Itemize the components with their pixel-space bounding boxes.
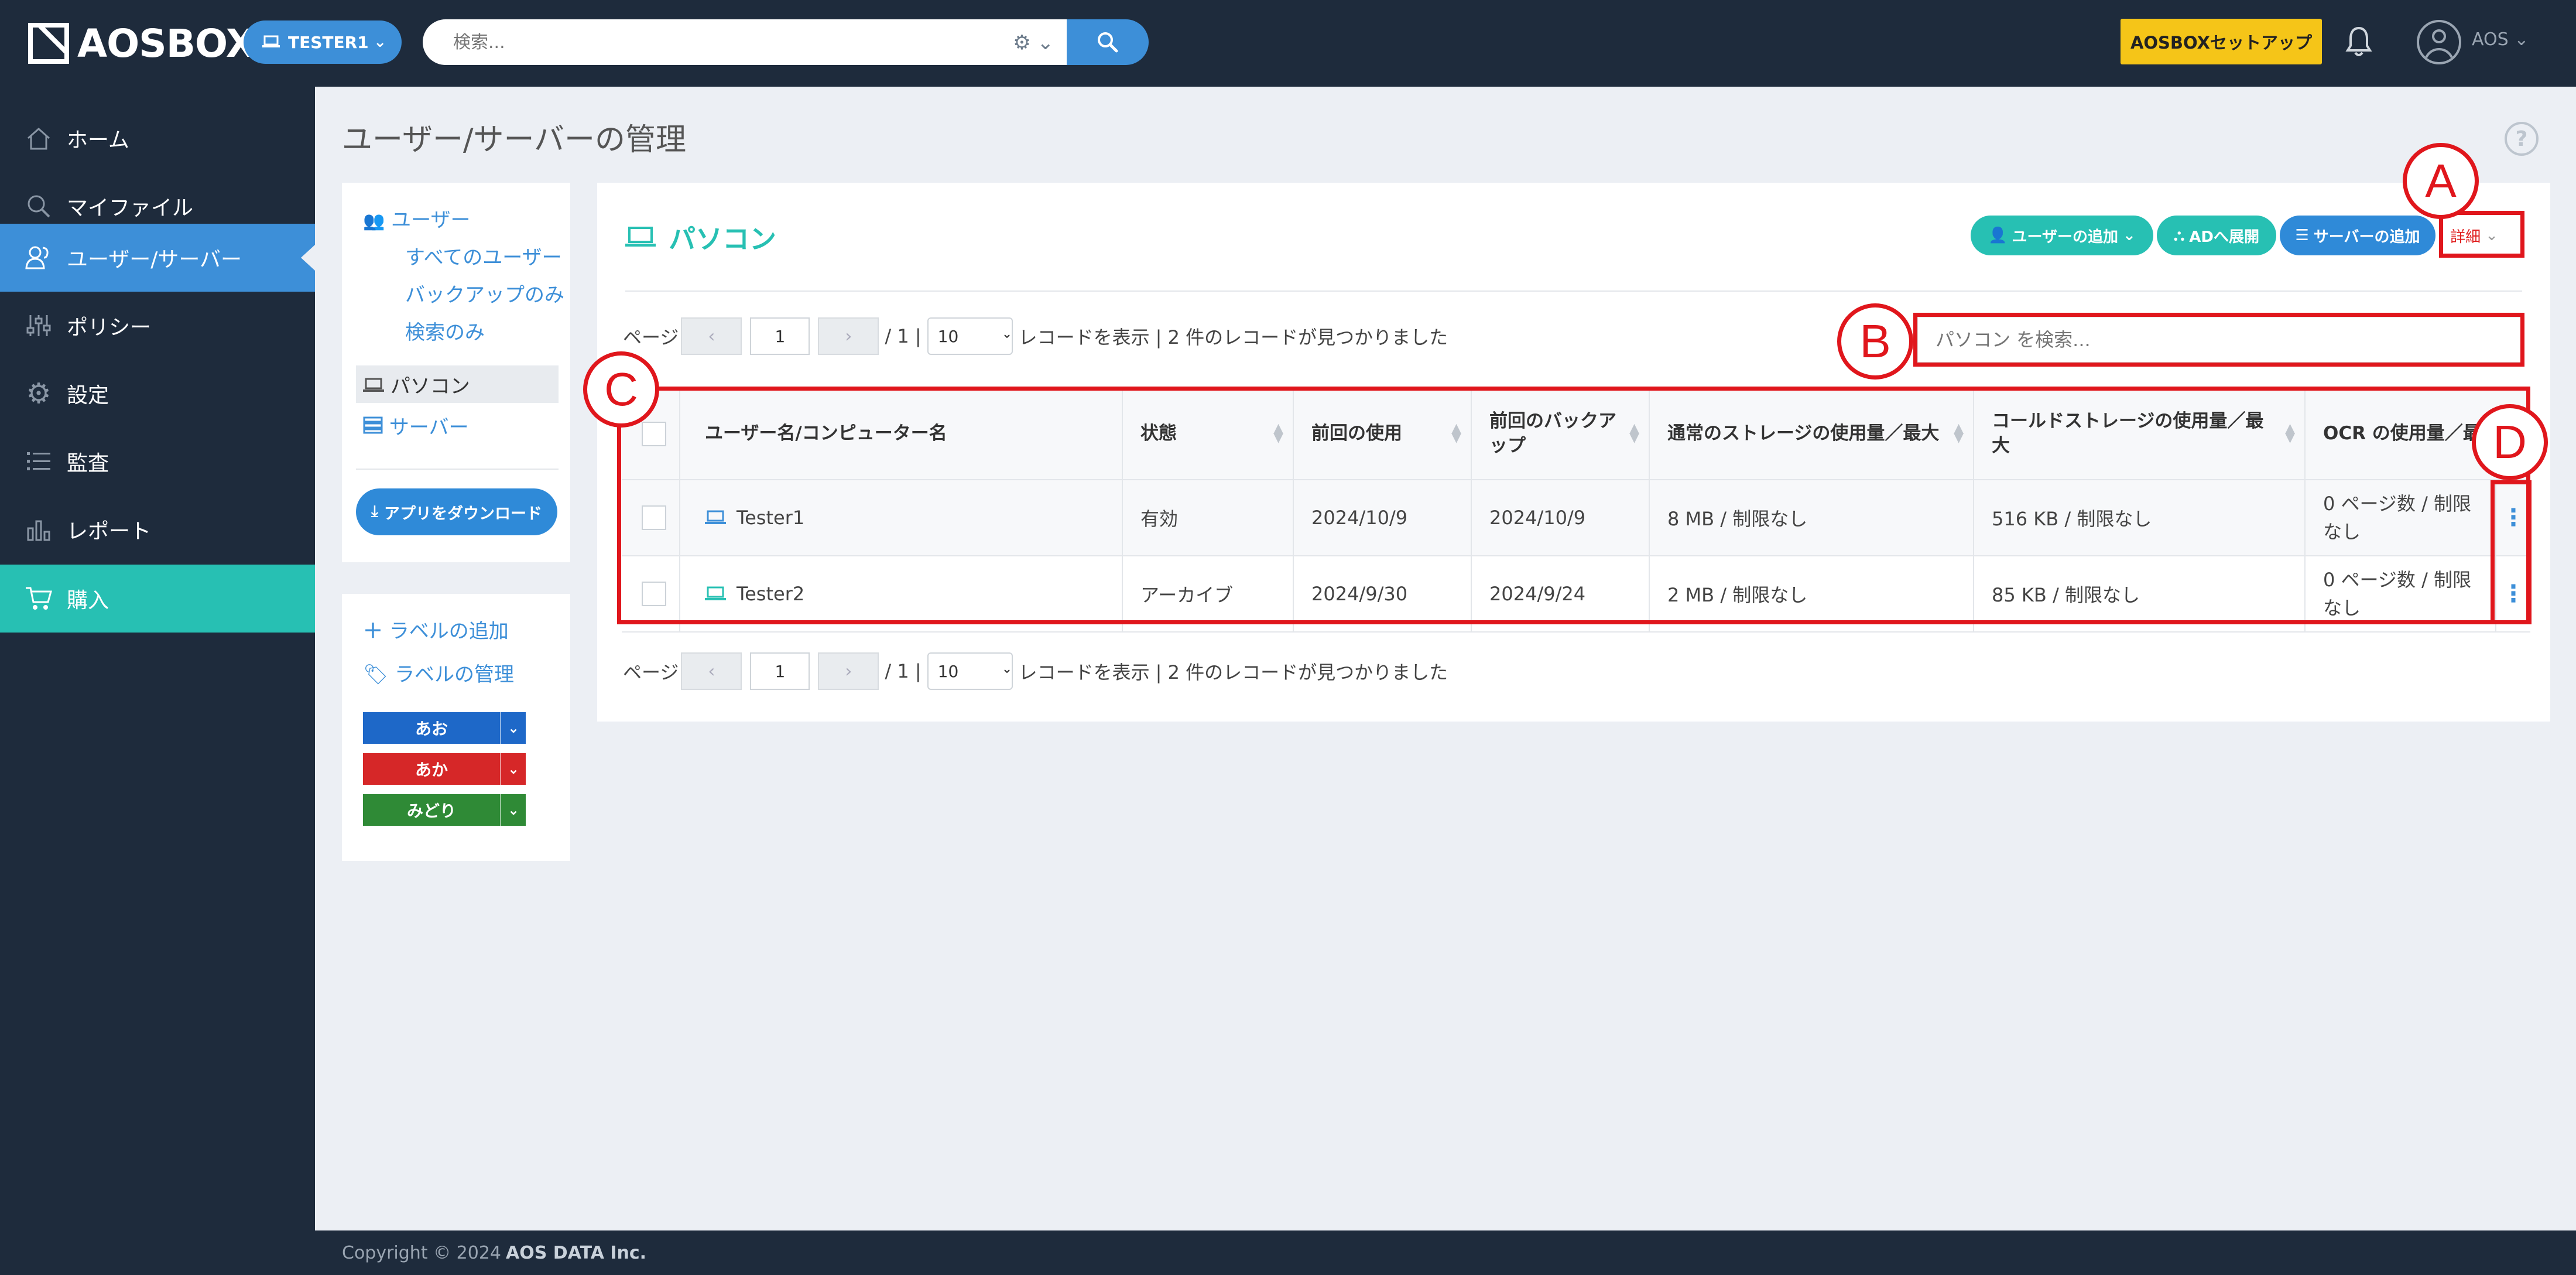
prev-page-button[interactable]: ‹ [681, 317, 742, 355]
users-icon: 👥 [363, 211, 385, 231]
avatar[interactable] [2417, 20, 2461, 64]
server-link[interactable]: サーバー [363, 411, 468, 440]
user-type-panel: 👥 ユーザー すべてのユーザー バックアップのみ 検索のみ パソコン サーバー … [342, 183, 570, 562]
chevron-down-icon[interactable]: ⌄ [500, 712, 526, 744]
sidebar-item-report[interactable]: レポート [0, 495, 315, 563]
add-server-button[interactable]: ☰ サーバーの追加 [2280, 216, 2435, 255]
annotation-box-c [617, 387, 2530, 624]
sidebar-item-label: 設定 [67, 384, 109, 408]
add-label-link[interactable]: ＋ ラベルの追加 [363, 615, 509, 644]
users-link[interactable]: 👥 ユーザー [363, 204, 471, 233]
backup-only-link[interactable]: バックアップのみ [405, 279, 564, 307]
chevron-down-icon: ⌄ [2123, 227, 2136, 244]
users-icon [21, 240, 56, 275]
plus-icon: ＋ [363, 620, 383, 643]
logo-mark-icon [28, 23, 69, 64]
sidebar-item-label: 監査 [67, 452, 109, 476]
pc-link[interactable]: パソコン [363, 370, 470, 399]
section-title: パソコン [625, 218, 776, 257]
chevron-down-icon: ⌄ [374, 33, 386, 51]
sidebar-item-label: ポリシー [67, 316, 152, 340]
sidebar: ホーム マイファイル ユーザー/サーバー ポリシー ⚙ 設定 監査 レポート 購… [0, 87, 315, 1275]
aosbox-logo[interactable]: AOSBOX [28, 20, 256, 66]
help-icon[interactable]: ? [2505, 122, 2539, 156]
top-bar: AOSBOX TESTER1 ⌄ ⚙ ⌄ AOSBOXセットアップ AOS ⌄ [0, 0, 2576, 87]
bar-chart-icon [21, 512, 56, 547]
ad-deploy-button[interactable]: ⛬ ADへ展開 [2157, 216, 2276, 255]
tester-label: TESTER1 [288, 32, 369, 52]
search-button[interactable] [1067, 19, 1149, 65]
annotation-label-a: A [2403, 143, 2479, 219]
sidebar-item-label: ホーム [67, 128, 129, 152]
annotation-label-b: B [1837, 303, 1913, 380]
chevron-down-icon[interactable]: ⌄ [500, 794, 526, 826]
search-icon [1098, 32, 1118, 53]
cart-icon [21, 581, 56, 616]
laptop-icon [262, 33, 280, 52]
label-red-button[interactable]: あか ⌄ [363, 753, 526, 785]
annotation-box-b [1913, 313, 2524, 367]
per-page-select[interactable]: 10 [927, 652, 1013, 690]
add-user-button[interactable]: 👤 ユーザーの追加 ⌄ [1971, 216, 2153, 255]
laptop-icon [363, 378, 384, 392]
sidebar-item-label: 購入 [67, 589, 109, 613]
server-icon: ☰ [2295, 227, 2309, 244]
tester-dropdown[interactable]: TESTER1 ⌄ [244, 20, 402, 64]
next-page-button[interactable]: › [818, 317, 879, 355]
global-search: ⚙ ⌄ [423, 19, 1067, 65]
home-icon [21, 121, 56, 156]
sidebar-item-purchase[interactable]: 購入 [0, 565, 315, 633]
manage-label-link[interactable]: 🏷 ラベルの管理 [363, 658, 514, 687]
laptop-icon [625, 227, 656, 247]
label-green-button[interactable]: みどり ⌄ [363, 794, 526, 826]
footer: Copyright © 2024 AOS DATA Inc. [315, 1230, 2576, 1275]
sliders-icon [21, 308, 56, 343]
aosbox-setup-button[interactable]: AOSBOXセットアップ [2121, 19, 2322, 64]
tags-icon: 🏷 [363, 663, 389, 686]
page-number-input[interactable] [750, 652, 810, 690]
search-options-gear-icon[interactable]: ⚙ ⌄ [1013, 31, 1054, 54]
prev-page-button[interactable]: ‹ [681, 652, 742, 690]
annotation-box-a [2439, 211, 2524, 258]
sidebar-item-policy[interactable]: ポリシー [0, 292, 315, 360]
all-users-link[interactable]: すべてのユーザー [405, 241, 562, 270]
page-number-input[interactable] [750, 317, 810, 355]
label-panel: ＋ ラベルの追加 🏷 ラベルの管理 あお ⌄ あか ⌄ みどり ⌄ [342, 594, 570, 861]
add-user-icon: 👤 [1988, 227, 2008, 244]
annotation-label-c: C [583, 351, 659, 428]
pagination-bottom: ページ ‹ › / 1 | 10 レコードを表示 | 2 件のレコードが見つかり… [623, 652, 1448, 690]
chevron-down-icon[interactable]: ⌄ [500, 753, 526, 785]
search-input[interactable] [453, 32, 922, 53]
sidebar-item-label: マイファイル [67, 196, 194, 220]
annotation-label-d: D [2472, 404, 2548, 480]
bell-icon[interactable] [2345, 25, 2372, 62]
sidebar-item-users-servers[interactable]: ユーザー/サーバー [0, 224, 315, 292]
download-icon: ⤓ [371, 503, 378, 521]
annotation-box-d [2491, 480, 2532, 624]
sidebar-item-settings[interactable]: ⚙ 設定 [0, 360, 315, 428]
next-page-button[interactable]: › [818, 652, 879, 690]
list-icon [21, 444, 56, 479]
user-menu[interactable]: AOS ⌄ [2472, 29, 2529, 50]
search-icon [21, 189, 56, 224]
gear-icon: ⚙ [26, 377, 52, 410]
per-page-select[interactable]: 10 [927, 317, 1013, 355]
sidebar-item-home[interactable]: ホーム [0, 104, 315, 172]
logo-text: AOSBOX [77, 20, 256, 66]
label-blue-button[interactable]: あお ⌄ [363, 712, 526, 744]
sidebar-item-audit[interactable]: 監査 [0, 428, 315, 495]
page-title: ユーザー/サーバーの管理 [342, 122, 686, 158]
sitemap-icon: ⛬ [2174, 226, 2185, 244]
pagination-top: ページ ‹ › / 1 | 10 レコードを表示 | 2 件のレコードが見つかり… [623, 317, 1448, 355]
search-only-link[interactable]: 検索のみ [405, 316, 485, 345]
sidebar-item-label: ユーザー/サーバー [67, 248, 242, 272]
sidebar-item-label: レポート [67, 519, 152, 544]
download-app-button[interactable]: ⤓ アプリをダウンロード [356, 488, 557, 535]
server-icon [363, 416, 383, 434]
